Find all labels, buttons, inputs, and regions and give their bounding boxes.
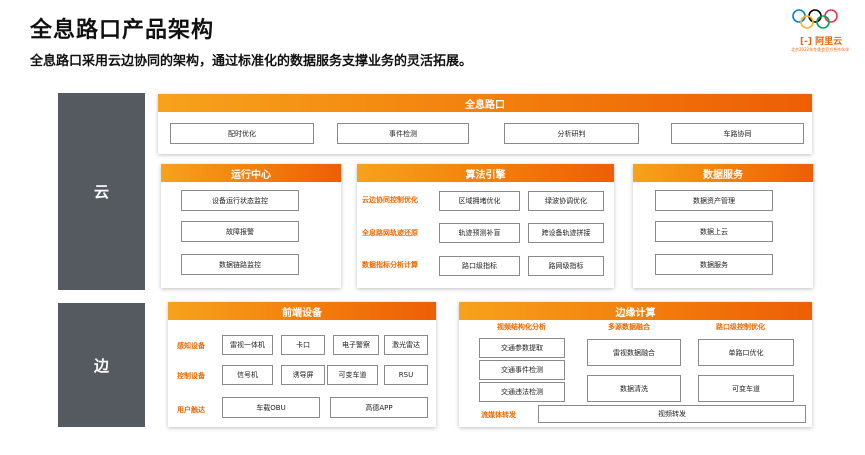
compute-col-label: 多源数据融合 bbox=[608, 323, 650, 331]
algo-item: 区域拥堵优化 bbox=[439, 191, 520, 211]
algo-item: 绿波协调优化 bbox=[528, 191, 604, 211]
algo-header: 算法引擎 bbox=[357, 164, 614, 182]
compute-header: 边缘计算 bbox=[459, 302, 812, 320]
algo-item: 路网级指标 bbox=[528, 256, 604, 276]
holo-item: 配时优化 bbox=[170, 123, 314, 144]
holo-header: 全息路口 bbox=[158, 94, 812, 112]
ops-header: 运行中心 bbox=[161, 164, 341, 182]
compute-video-item: 交通违法检测 bbox=[479, 382, 565, 402]
front-item: 高德APP bbox=[330, 397, 428, 418]
compute-col-label: 视频结构化分析 bbox=[497, 323, 546, 331]
brand-tagline: 北京2022年冬奥会官方合作伙伴 bbox=[791, 47, 850, 52]
front-row-label: 用户触达 bbox=[177, 406, 205, 414]
compute-video-item: 交通事件检测 bbox=[479, 360, 565, 380]
compute-control-item: 可变车道 bbox=[698, 375, 794, 402]
front-header: 前端设备 bbox=[168, 302, 436, 320]
page-subtitle: 全息路口采用云边协同的架构，通过标准化的数据服务支撑业务的灵活拓展。 bbox=[30, 54, 473, 69]
compute-col-label: 路口级控制优化 bbox=[716, 323, 765, 331]
compute-fusion-item: 雷视数据融合 bbox=[587, 339, 681, 366]
algo-item: 轨迹预测补盲 bbox=[439, 223, 520, 243]
stream-label: 流媒体转发 bbox=[481, 411, 516, 419]
ops-item: 设备运行状态监控 bbox=[181, 190, 299, 211]
front-row-label: 控制设备 bbox=[177, 372, 205, 380]
ops-item: 数据链路监控 bbox=[181, 254, 299, 275]
stream-item: 视频转发 bbox=[538, 405, 806, 423]
front-row-label: 感知设备 bbox=[177, 342, 205, 350]
front-item: 电子警察 bbox=[333, 335, 379, 355]
algo-row-label: 云边协同控制优化 bbox=[362, 196, 418, 204]
olympic-rings-icon bbox=[792, 9, 838, 29]
brand-logo-icon: [-] bbox=[800, 37, 812, 47]
algo-row-label: 数据指标分析计算 bbox=[362, 261, 418, 269]
data-header: 数据服务 bbox=[633, 164, 813, 182]
holo-item: 分析研判 bbox=[504, 123, 639, 144]
algo-item: 跨设备轨迹拼接 bbox=[528, 223, 604, 243]
front-item: RSU bbox=[384, 365, 428, 385]
front-item: 信号机 bbox=[222, 365, 273, 385]
front-item: 激光雷达 bbox=[384, 335, 428, 355]
front-item: 可变车道 bbox=[327, 365, 378, 385]
front-item: 雷视一体机 bbox=[222, 335, 273, 355]
page-title: 全息路口产品架构 bbox=[30, 18, 215, 43]
compute-control-item: 单路口优化 bbox=[698, 339, 794, 366]
cloud-label: 云 bbox=[58, 93, 145, 290]
front-item: 卡口 bbox=[281, 335, 325, 355]
algo-row-label: 全息路网轨迹还原 bbox=[362, 229, 418, 237]
brand-name: 阿里云 bbox=[815, 37, 843, 47]
front-item: 诱导屏 bbox=[281, 365, 325, 385]
data-item: 数据资产管理 bbox=[655, 190, 773, 211]
data-item: 数据服务 bbox=[655, 254, 773, 275]
edge-label: 边 bbox=[58, 303, 145, 427]
brand-logo: [-] 阿里云 bbox=[800, 34, 842, 47]
algo-item: 路口级指标 bbox=[439, 256, 520, 276]
ops-item: 故障报警 bbox=[181, 221, 299, 242]
holo-item: 车路协同 bbox=[671, 123, 804, 144]
compute-video-item: 交通参数提取 bbox=[479, 338, 565, 358]
compute-fusion-item: 数据清洗 bbox=[587, 375, 681, 402]
front-item: 车载OBU bbox=[222, 397, 320, 418]
data-item: 数据上云 bbox=[655, 221, 773, 242]
holo-item: 事件检测 bbox=[337, 123, 469, 144]
